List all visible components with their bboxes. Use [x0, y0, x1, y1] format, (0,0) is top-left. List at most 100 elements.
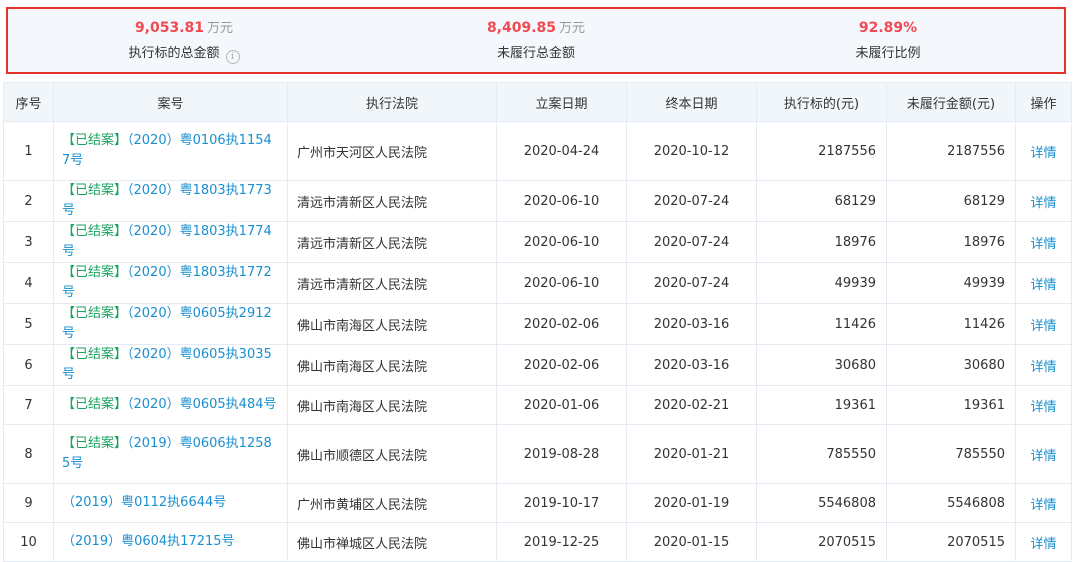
table-row: 1 【已结案】（2020）粤0106执11547号 广州市天河区人民法院 2020-0… — [3, 121, 1072, 181]
table-row: 2 【已结案】（2020）粤1803执1773号 清远市清新区人民法院 2020-06… — [3, 180, 1072, 222]
total-amount-value: 9,053.81 — [134, 20, 205, 36]
details-link[interactable]: 详情 — [1015, 385, 1072, 425]
unfulfilled-amount-unit: 万元 — [559, 21, 586, 36]
case-number-link[interactable]: （2019）粤0604执17215号 — [53, 522, 288, 562]
details-link[interactable]: 详情 — [1015, 303, 1072, 345]
case-status-tag: 【已结案】 — [62, 306, 128, 321]
termination-date: 2020-03-16 — [626, 303, 757, 345]
summary-panel: 9,053.81 万元 执行标的总金额 i 8,409.85 万元 未履行总金额 92… — [6, 7, 1066, 74]
case-number-text: （2019）粤0604执17215号 — [62, 534, 235, 549]
case-status-tag: 【已结案】 — [62, 183, 128, 198]
details-link[interactable]: 详情 — [1015, 483, 1072, 523]
total-amount-label: 执行标的总金额 — [128, 46, 220, 61]
case-number-link[interactable]: （2019）粤0112执6644号 — [53, 483, 288, 523]
filing-date: 2019-12-25 — [496, 522, 627, 562]
filing-date: 2020-02-06 — [496, 303, 627, 345]
case-number-link[interactable]: 【已结案】（2020）粤1803执1772号 — [53, 262, 288, 304]
court-name: 清远市清新区人民法院 — [287, 180, 497, 222]
details-link[interactable]: 详情 — [1015, 121, 1072, 181]
target-amount: 18976 — [756, 221, 887, 263]
unpaid-amount: 2070515 — [886, 522, 1016, 562]
details-link[interactable]: 详情 — [1015, 221, 1072, 263]
filing-date: 2020-06-10 — [496, 180, 627, 222]
unfulfilled-amount-value: 8,409.85 — [486, 20, 557, 36]
column-header-filing-date: 立案日期 — [496, 82, 627, 122]
column-header-index: 序号 — [3, 82, 54, 122]
row-index: 4 — [3, 262, 54, 304]
column-header-case-number: 案号 — [53, 82, 288, 122]
row-index: 2 — [3, 180, 54, 222]
column-header-termination-date: 终本日期 — [626, 82, 757, 122]
table-row: 8 【已结案】（2019）粤0606执12585号 佛山市顺德区人民法院 2019-0… — [3, 424, 1072, 484]
case-number-link[interactable]: 【已结案】（2019）粤0606执12585号 — [53, 424, 288, 484]
court-name: 清远市清新区人民法院 — [287, 262, 497, 304]
court-name: 佛山市禅城区人民法院 — [287, 522, 497, 562]
row-index: 5 — [3, 303, 54, 345]
target-amount: 5546808 — [756, 483, 887, 523]
execution-cases-table: 序号 案号 执行法院 立案日期 终本日期 执行标的(元) 未履行金额(元) 操作… — [3, 82, 1072, 562]
details-link[interactable]: 详情 — [1015, 522, 1072, 562]
filing-date: 2019-10-17 — [496, 483, 627, 523]
case-status-tag: 【已结案】 — [62, 133, 128, 148]
target-amount: 2070515 — [756, 522, 887, 562]
target-amount: 2187556 — [756, 121, 887, 181]
row-index: 9 — [3, 483, 54, 523]
unfulfilled-amount-label: 未履行总金额 — [496, 46, 575, 61]
unfulfilled-ratio-value: 92.89% — [858, 20, 918, 36]
table-row: 3 【已结案】（2020）粤1803执1774号 清远市清新区人民法院 2020-06… — [3, 221, 1072, 263]
unpaid-amount: 49939 — [886, 262, 1016, 304]
termination-date: 2020-07-24 — [626, 180, 757, 222]
case-status-tag: 【已结案】 — [62, 265, 128, 280]
details-link[interactable]: 详情 — [1015, 344, 1072, 386]
case-number-link[interactable]: 【已结案】（2020）粤0605执484号 — [53, 385, 288, 425]
target-amount: 68129 — [756, 180, 887, 222]
column-header-unpaid-amount: 未履行金额(元) — [886, 82, 1016, 122]
info-icon[interactable]: i — [225, 50, 240, 64]
court-name: 佛山市南海区人民法院 — [287, 385, 497, 425]
table-row: 6 【已结案】（2020）粤0605执3035号 佛山市南海区人民法院 2020-02… — [3, 344, 1072, 386]
case-number-link[interactable]: 【已结案】（2020）粤1803执1774号 — [53, 221, 288, 263]
table-row: 7 【已结案】（2020）粤0605执484号 佛山市南海区人民法院 2020-01-… — [3, 385, 1072, 425]
details-link[interactable]: 详情 — [1015, 262, 1072, 304]
column-header-target-amount: 执行标的(元) — [756, 82, 887, 122]
table-row: 4 【已结案】（2020）粤1803执1772号 清远市清新区人民法院 2020-06… — [3, 262, 1072, 304]
table-body: 1 【已结案】（2020）粤0106执11547号 广州市天河区人民法院 2020-0… — [3, 121, 1072, 562]
filing-date: 2020-06-10 — [496, 262, 627, 304]
case-number-text: （2019）粤0112执6644号 — [62, 495, 227, 510]
unfulfilled-ratio-label: 未履行比例 — [855, 46, 921, 61]
target-amount: 30680 — [756, 344, 887, 386]
case-status-tag: 【已结案】 — [62, 397, 128, 412]
termination-date: 2020-03-16 — [626, 344, 757, 386]
court-name: 清远市清新区人民法院 — [287, 221, 497, 263]
court-name: 佛山市南海区人民法院 — [287, 344, 497, 386]
unfulfilled-amount-stat: 8,409.85 万元 未履行总金额 — [360, 9, 712, 72]
unpaid-amount: 18976 — [886, 221, 1016, 263]
case-number-text: （2020）粤0605执484号 — [127, 397, 277, 412]
termination-date: 2020-02-21 — [626, 385, 757, 425]
total-amount-unit: 万元 — [207, 21, 234, 36]
termination-date: 2020-07-24 — [626, 262, 757, 304]
filing-date: 2020-01-06 — [496, 385, 627, 425]
table-row: 9 （2019）粤0112执6644号 广州市黄埔区人民法院 2019-10-17 20… — [3, 483, 1072, 523]
target-amount: 11426 — [756, 303, 887, 345]
total-amount-stat: 9,053.81 万元 执行标的总金额 i — [8, 9, 360, 72]
case-number-link[interactable]: 【已结案】（2020）粤0605执2912号 — [53, 303, 288, 345]
details-link[interactable]: 详情 — [1015, 180, 1072, 222]
unpaid-amount: 5546808 — [886, 483, 1016, 523]
filing-date: 2019-08-28 — [496, 424, 627, 484]
target-amount: 19361 — [756, 385, 887, 425]
details-link[interactable]: 详情 — [1015, 424, 1072, 484]
column-header-court: 执行法院 — [287, 82, 497, 122]
case-number-link[interactable]: 【已结案】（2020）粤0605执3035号 — [53, 344, 288, 386]
filing-date: 2020-02-06 — [496, 344, 627, 386]
case-status-tag: 【已结案】 — [62, 436, 128, 451]
termination-date: 2020-01-19 — [626, 483, 757, 523]
case-number-link[interactable]: 【已结案】（2020）粤0106执11547号 — [53, 121, 288, 181]
court-name: 佛山市南海区人民法院 — [287, 303, 497, 345]
table-header-row: 序号 案号 执行法院 立案日期 终本日期 执行标的(元) 未履行金额(元) 操作 — [3, 82, 1072, 122]
case-number-link[interactable]: 【已结案】（2020）粤1803执1773号 — [53, 180, 288, 222]
column-header-action: 操作 — [1015, 82, 1072, 122]
court-name: 佛山市顺德区人民法院 — [287, 424, 497, 484]
row-index: 3 — [3, 221, 54, 263]
termination-date: 2020-10-12 — [626, 121, 757, 181]
